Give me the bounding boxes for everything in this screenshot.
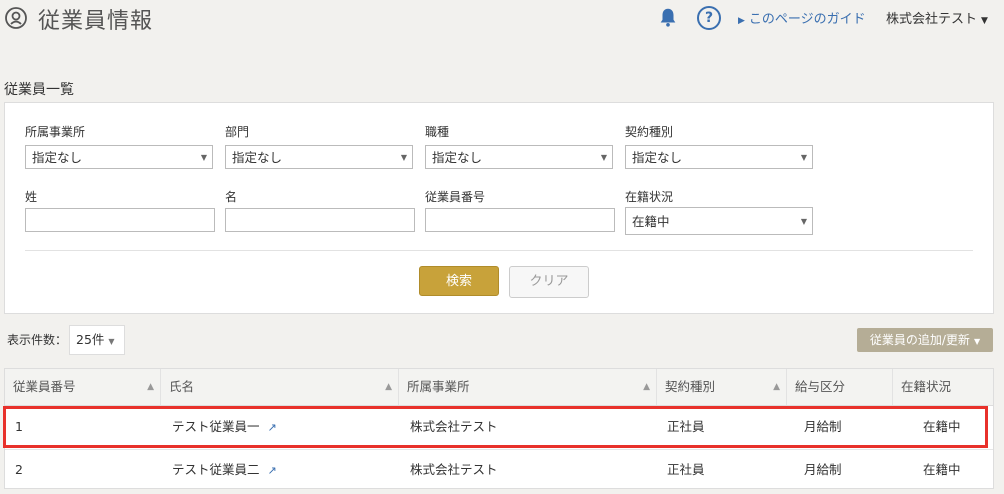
employee-name-link[interactable]: テスト従業員一 [172,419,260,434]
table-row[interactable]: 2 テスト従業員二 ↗ 株式会社テスト 正社員 月給制 在籍中 [5,449,993,490]
employee-number-input[interactable] [425,208,615,232]
dropdown-arrow-icon: ▼ [800,217,807,226]
company-label: 株式会社テスト [886,12,978,27]
caret-down-icon: ▼ [973,337,981,346]
cell-contract-type: 正社員 [667,462,705,477]
office-filter-select[interactable]: 指定なし ▼ [25,145,213,169]
employment-status-label: 在籍状況 [625,190,674,204]
dropdown-arrow-icon: ▼ [600,153,607,162]
office-filter-value: 指定なし [32,150,83,165]
cell-contract-type: 正社員 [667,419,705,434]
first-name-input[interactable] [225,208,415,232]
employment-status-value: 在籍中 [632,214,670,229]
column-label: 氏名 [169,379,195,394]
column-header-office[interactable]: 所属事業所 ▲ [399,369,657,405]
sort-icon: ▲ [643,382,650,392]
dropdown-arrow-icon: ▼ [108,337,115,346]
column-header-contract-type[interactable]: 契約種別 ▲ [657,369,787,405]
help-icon[interactable]: ? [697,6,721,30]
page-title: 従業員情報 [38,9,154,34]
cell-name: テスト従業員一 ↗ [172,407,277,447]
dropdown-arrow-icon: ▼ [200,153,207,162]
logo-icon [5,7,27,29]
column-label: 契約種別 [665,379,716,394]
sort-icon: ▲ [385,382,392,392]
section-title: 従業員一覧 [4,82,74,98]
column-header-pay-type: 給与区分 [787,369,893,405]
cell-name: テスト従業員二 ↗ [172,450,277,490]
clear-button[interactable]: クリア [509,266,589,298]
column-header-status: 在籍状況 [893,369,993,405]
employee-name-link[interactable]: テスト従業員二 [172,462,260,477]
column-label: 在籍状況 [901,379,952,394]
column-label: 従業員番号 [13,379,76,394]
cell-office: 株式会社テスト [410,462,498,477]
column-header-name[interactable]: 氏名 ▲ [161,369,399,405]
contract-type-filter-label: 契約種別 [625,125,674,139]
notification-bell-icon[interactable] [657,6,679,28]
app-header: 従業員情報 ? ▶ このページのガイド 株式会社テスト ▼ [0,0,1004,46]
external-link-icon[interactable]: ↗ [268,464,277,477]
cell-office: 株式会社テスト [410,419,498,434]
filter-panel: 所属事業所 指定なし ▼ 部門 指定なし ▼ 職種 指定なし ▼ 契約種別 指定なし ▼… [4,102,994,314]
employee-table: 従業員番号 ▲ 氏名 ▲ 所属事業所 ▲ 契約種別 ▲ 給与区分 在籍状況 1 テスト従… [4,368,994,489]
divider [25,250,973,251]
last-name-label: 姓 [25,190,38,204]
sort-icon: ▲ [147,382,154,392]
last-name-input[interactable] [25,208,215,232]
first-name-label: 名 [225,190,238,204]
caret-down-icon: ▼ [981,16,988,26]
job-type-filter-value: 指定なし [432,150,483,165]
company-menu[interactable]: 株式会社テスト ▼ [886,8,988,27]
sort-icon: ▲ [773,382,780,392]
display-count-select[interactable]: 25件 ▼ [69,325,125,355]
dropdown-arrow-icon: ▼ [800,153,807,162]
external-link-icon[interactable]: ↗ [268,421,277,434]
dropdown-arrow-icon: ▼ [400,153,407,162]
cell-status: 在籍中 [923,462,961,477]
contract-type-filter-value: 指定なし [632,150,683,165]
contract-type-filter-select[interactable]: 指定なし ▼ [625,145,813,169]
office-filter-label: 所属事業所 [25,125,86,139]
column-header-employee-number[interactable]: 従業員番号 ▲ [5,369,161,405]
display-count-label: 表示件数： [7,333,68,347]
employee-number-label: 従業員番号 [425,190,486,204]
department-filter-select[interactable]: 指定なし ▼ [225,145,413,169]
cell-status: 在籍中 [923,419,961,434]
cell-pay-type: 月給制 [804,462,842,477]
employment-status-select[interactable]: 在籍中 ▼ [625,207,813,235]
column-label: 所属事業所 [407,379,470,394]
table-header: 従業員番号 ▲ 氏名 ▲ 所属事業所 ▲ 契約種別 ▲ 給与区分 在籍状況 [5,369,993,406]
department-filter-label: 部門 [225,125,250,139]
job-type-filter-label: 職種 [425,125,450,139]
guide-label: このページのガイド [748,12,866,27]
search-button[interactable]: 検索 [419,266,499,296]
add-update-label: 従業員の追加/更新 [869,333,970,347]
table-row[interactable]: 1 テスト従業員一 ↗ 株式会社テスト 正社員 月給制 在籍中 [5,407,993,447]
job-type-filter-select[interactable]: 指定なし ▼ [425,145,613,169]
department-filter-value: 指定なし [232,150,283,165]
column-label: 給与区分 [795,379,846,394]
display-count-value: 25件 [76,332,105,347]
add-update-employee-button[interactable]: 従業員の追加/更新 ▼ [857,328,993,352]
page-guide-link[interactable]: ▶ このページのガイド [738,8,866,27]
cell-employee-number: 1 [15,419,23,434]
triangle-right-icon: ▶ [738,16,745,26]
cell-pay-type: 月給制 [804,419,842,434]
cell-employee-number: 2 [15,462,23,477]
